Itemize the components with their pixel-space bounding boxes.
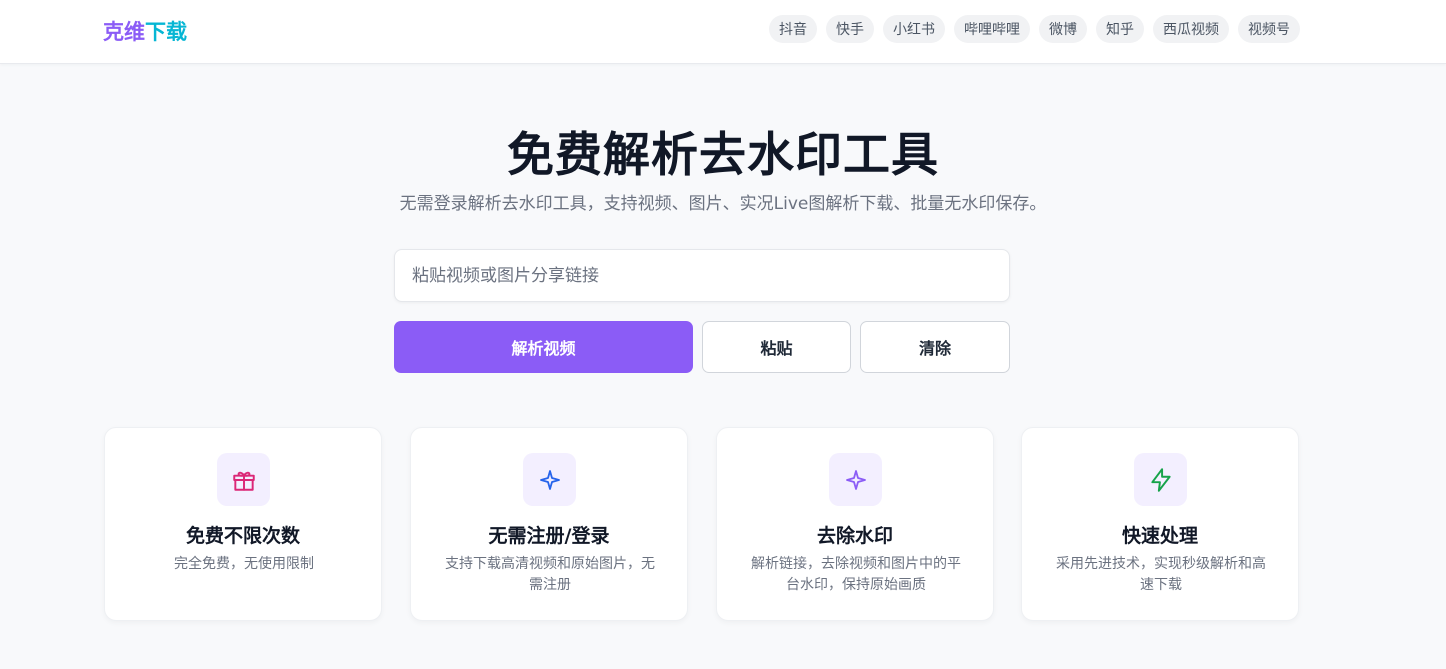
- parse-video-button[interactable]: 解析视频: [394, 321, 693, 373]
- feature-title: 快速处理: [1121, 525, 1198, 547]
- feature-desc: 支持下载高清视频和原始图片，无需注册: [445, 556, 655, 593]
- gift-icon: [217, 453, 270, 506]
- logo-text-part1: 克维: [103, 20, 145, 44]
- feature-card-free: 免费不限次数 完全免费，无使用限制: [104, 427, 382, 621]
- sparkle-icon: [829, 453, 882, 506]
- nav-item-kuaishou[interactable]: 快手: [826, 15, 874, 43]
- clear-button[interactable]: 清除: [860, 321, 1010, 373]
- nav-item-xigua[interactable]: 西瓜视频: [1153, 15, 1229, 43]
- feature-desc: 解析链接，去除视频和图片中的平台水印，保持原始画质: [751, 556, 961, 593]
- nav-item-shipinhao[interactable]: 视频号: [1238, 15, 1300, 43]
- nav-item-bilibili[interactable]: 哔哩哔哩: [954, 15, 1030, 43]
- logo-text-part2: 下载: [145, 20, 187, 44]
- feature-desc: 采用先进技术，实现秒级解析和高速下载: [1056, 556, 1266, 593]
- platform-nav: 抖音 快手 小红书 哔哩哔哩 微博 知乎 西瓜视频 视频号: [769, 15, 1300, 43]
- feature-card-no-register: 无需注册/登录 支持下载高清视频和原始图片，无需注册: [410, 427, 688, 621]
- feature-desc: 完全免费，无使用限制: [174, 556, 314, 572]
- page-subtitle: 无需登录解析去水印工具，支持视频、图片、实况Live图解析下载、批量无水印保存。: [399, 194, 1047, 214]
- feature-title: 免费不限次数: [185, 525, 300, 547]
- nav-item-xiaohongshu[interactable]: 小红书: [883, 15, 945, 43]
- site-logo[interactable]: 克维 下载: [103, 16, 187, 46]
- share-link-input[interactable]: [394, 249, 1010, 302]
- nav-item-weibo[interactable]: 微博: [1039, 15, 1087, 43]
- feature-title: 无需注册/登录: [488, 525, 610, 547]
- lightning-icon: [1134, 453, 1187, 506]
- page-title: 免费解析去水印工具: [507, 128, 939, 183]
- top-header: 克维 下载 抖音 快手 小红书 哔哩哔哩 微博 知乎 西瓜视频 视频号: [0, 0, 1446, 64]
- sparkle-icon: [523, 453, 576, 506]
- paste-button[interactable]: 粘贴: [702, 321, 851, 373]
- feature-card-remove-watermark: 去除水印 解析链接，去除视频和图片中的平台水印，保持原始画质: [716, 427, 994, 621]
- feature-card-fast: 快速处理 采用先进技术，实现秒级解析和高速下载: [1021, 427, 1299, 621]
- nav-item-zhihu[interactable]: 知乎: [1096, 15, 1144, 43]
- nav-item-douyin[interactable]: 抖音: [769, 15, 817, 43]
- feature-title: 去除水印: [816, 525, 893, 547]
